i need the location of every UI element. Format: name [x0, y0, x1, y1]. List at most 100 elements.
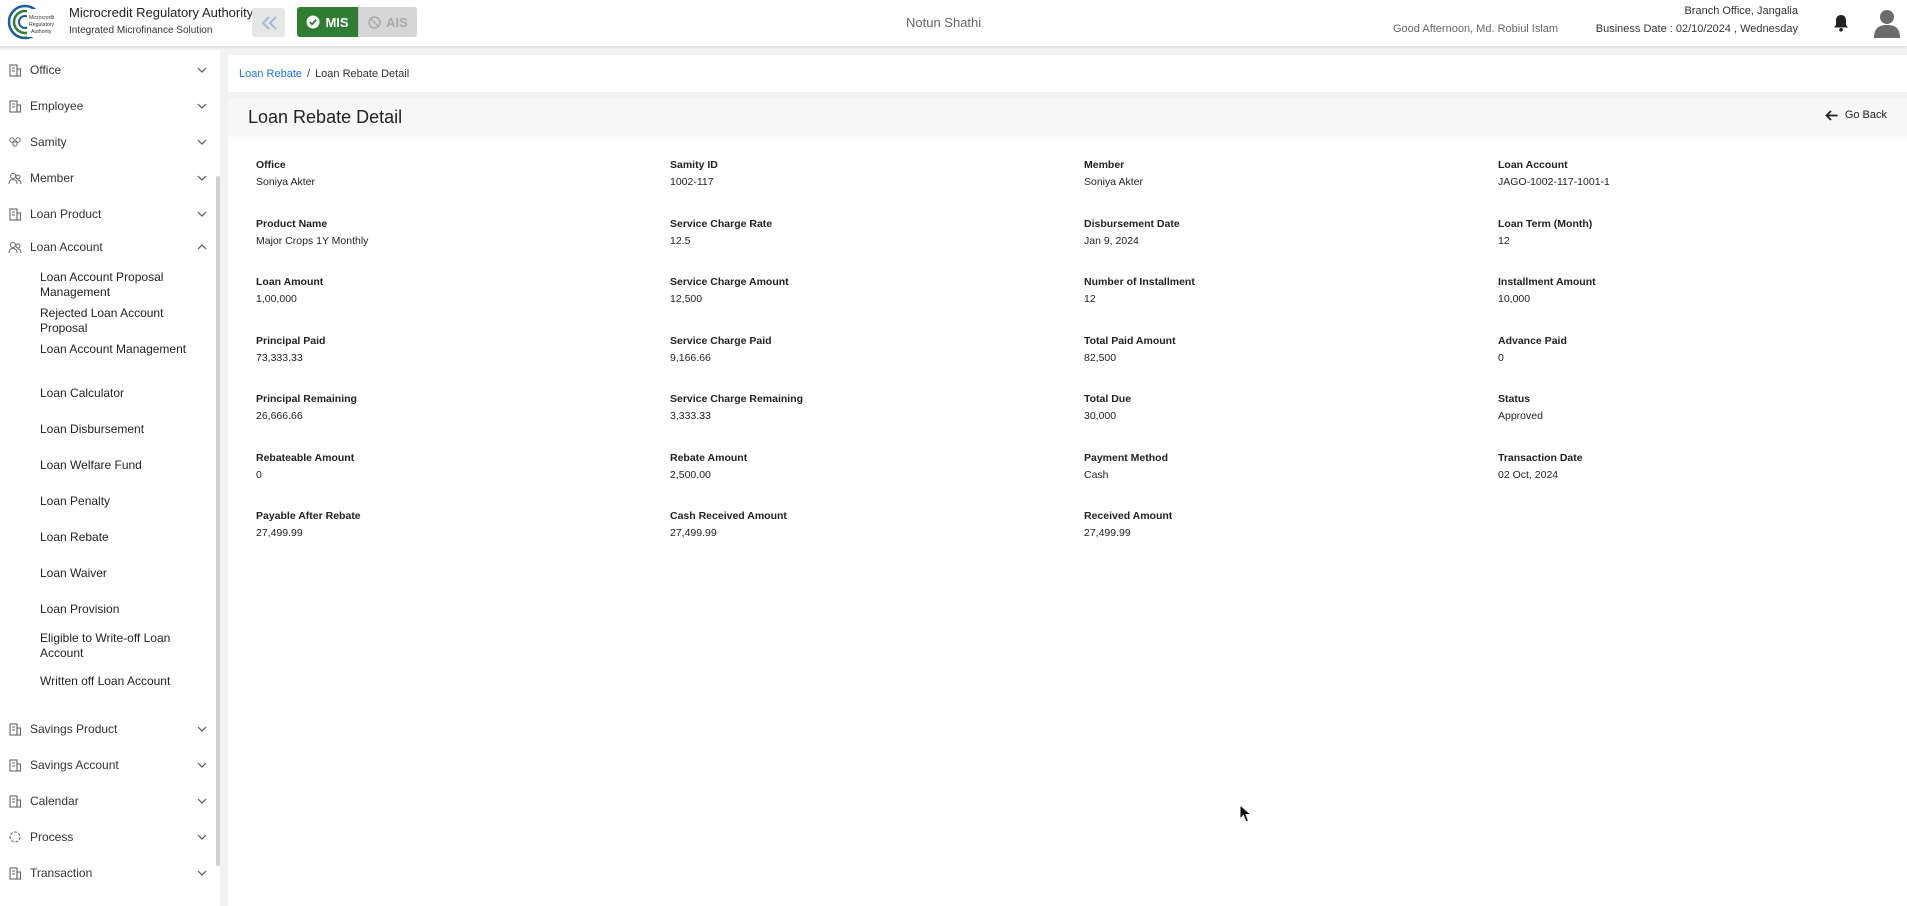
- logo-text: Microcredit: [29, 15, 55, 21]
- go-back-button[interactable]: Go Back: [1825, 109, 1887, 121]
- field-rebate-amount: Rebate Amount 2,500.00: [670, 452, 747, 481]
- sidebar-subitem-loan-provision[interactable]: Loan Provision: [40, 602, 200, 617]
- field-value: 73,333.33: [256, 352, 303, 364]
- sidebar-item-label: Savings Product: [30, 722, 118, 736]
- org-subtitle: Integrated Microfinance Solution: [69, 25, 213, 36]
- building-icon: [9, 867, 22, 880]
- sidebar-item-transaction[interactable]: Transaction: [0, 861, 214, 885]
- field-value: 12,500: [670, 293, 703, 305]
- field-value: 0: [1498, 352, 1504, 364]
- process-icon: [9, 831, 21, 843]
- bell-icon[interactable]: [1833, 14, 1849, 32]
- sidebar-item-samity[interactable]: Samity: [0, 130, 214, 154]
- field-value: 1,00,000: [256, 293, 297, 305]
- field-value: 30,000: [1084, 410, 1117, 422]
- field-principal-paid: Principal Paid 73,333.33: [256, 335, 325, 364]
- chevron-down-icon: [197, 726, 207, 732]
- field-value: Major Crops 1Y Monthly: [256, 235, 369, 247]
- field-value: 12: [1084, 293, 1096, 305]
- field-label: Transaction Date: [1498, 452, 1583, 464]
- field-value: 10,000: [1498, 293, 1531, 305]
- mis-label: MIS: [325, 14, 349, 30]
- field-service-charge-remaining: Service Charge Remaining 3,333.33: [670, 393, 803, 422]
- user-greeting: Good Afternoon, Md. Robiul Islam: [1393, 23, 1559, 35]
- field-label: Rebateable Amount: [256, 452, 355, 464]
- chevron-down-icon: [197, 175, 207, 181]
- group-icon: [9, 137, 21, 147]
- field-value: 26,666.66: [256, 410, 303, 422]
- field-label: Product Name: [256, 218, 328, 230]
- field-label: Samity ID: [670, 159, 718, 171]
- mis-module-button[interactable]: MIS: [297, 7, 358, 37]
- sidebar-item-loan-account[interactable]: Loan Account: [0, 235, 214, 259]
- chevron-down-icon: [197, 139, 207, 145]
- sidebar-subitem-eligible-write-off[interactable]: Eligible to Write-off Loan Account: [40, 631, 200, 660]
- sidebar-item-process[interactable]: Process: [0, 825, 214, 849]
- sidebar-subitem-loan-account-management[interactable]: Loan Account Management: [40, 342, 200, 357]
- sidebar-item-label: Savings Account: [30, 758, 119, 772]
- field-label: Status: [1498, 393, 1531, 405]
- field-label: Service Charge Paid: [670, 335, 772, 347]
- go-back-label: Go Back: [1844, 109, 1887, 121]
- field-loan-term-month: Loan Term (Month) 12: [1498, 218, 1592, 247]
- ban-icon: [368, 15, 381, 29]
- sidebar-subitem-loan-account-proposal-management[interactable]: Loan Account Proposal Management: [40, 270, 200, 299]
- sidebar-item-label: Loan Product: [30, 207, 102, 221]
- sidebar-item-employee[interactable]: Employee: [0, 94, 214, 118]
- sidebar-subitem-rejected-loan-account-proposal[interactable]: Rejected Loan Account Proposal: [40, 306, 200, 335]
- chevron-down-icon: [197, 762, 207, 768]
- field-installment-amount: Installment Amount 10,000: [1498, 276, 1596, 305]
- loan-rebate-detail-card: Loan Rebate Detail Go Back Office Soniya …: [228, 98, 1907, 906]
- sidebar-item-office[interactable]: Office: [0, 58, 214, 82]
- sidebar-item-savings-account[interactable]: Savings Account: [0, 753, 214, 777]
- sidebar-item-calendar[interactable]: Calendar: [0, 789, 214, 813]
- sidebar-subitem-loan-disbursement[interactable]: Loan Disbursement: [40, 422, 200, 437]
- field-product-name: Product Name Major Crops 1Y Monthly: [256, 218, 368, 247]
- field-label: Cash Received Amount: [670, 510, 787, 522]
- double-chevron-left-icon: [261, 15, 277, 30]
- top-header: Microcredit Regulatory Authority Microcr…: [0, 0, 1907, 46]
- mouse-cursor-icon: [1239, 804, 1253, 823]
- card-header: Loan Rebate Detail Go Back: [228, 98, 1907, 137]
- business-date: Business Date : 02/10/2024 , Wednesday: [1595, 23, 1798, 35]
- breadcrumb-loan-rebate-link[interactable]: Loan Rebate: [239, 68, 302, 80]
- field-value: 27,499.99: [1084, 527, 1131, 539]
- sidebar-item-label: Loan Account: [30, 240, 103, 254]
- field-label: Total Paid Amount: [1084, 335, 1176, 347]
- field-label: Payment Method: [1084, 452, 1169, 464]
- user-avatar-icon[interactable]: [1873, 8, 1901, 38]
- sidebar-item-savings-product[interactable]: Savings Product: [0, 717, 214, 741]
- field-value: 2,500.00: [670, 469, 711, 481]
- org-name: Microcredit Regulatory Authority: [69, 5, 254, 20]
- sidebar-scrollbar[interactable]: [216, 176, 220, 866]
- field-label: Advance Paid: [1498, 335, 1567, 347]
- sidebar-subitem-loan-calculator[interactable]: Loan Calculator: [40, 386, 200, 401]
- field-label: Service Charge Remaining: [670, 393, 804, 405]
- sidebar-subitem-loan-waiver[interactable]: Loan Waiver: [40, 566, 200, 581]
- field-loan-amount: Loan Amount 1,00,000: [256, 276, 323, 305]
- field-label: Loan Amount: [256, 276, 324, 288]
- field-service-charge-amount: Service Charge Amount 12,500: [670, 276, 789, 305]
- sidebar-item-loan-product[interactable]: Loan Product: [0, 202, 214, 226]
- sidebar-subitem-loan-rebate[interactable]: Loan Rebate: [40, 530, 200, 545]
- field-label: Received Amount: [1084, 510, 1173, 522]
- field-label: Payable After Rebate: [256, 510, 361, 522]
- sidebar-item-member[interactable]: Member: [0, 166, 214, 190]
- building-icon: [9, 759, 22, 772]
- building-icon: [9, 723, 22, 736]
- field-label: Service Charge Amount: [670, 276, 789, 288]
- building-icon: [9, 64, 22, 77]
- field-received-amount: Received Amount 27,499.99: [1084, 510, 1172, 539]
- sidebar-collapse-button[interactable]: [252, 8, 285, 37]
- sidebar-subitem-loan-welfare-fund[interactable]: Loan Welfare Fund: [40, 458, 200, 473]
- field-value: 1002-117: [670, 176, 714, 188]
- field-value: 27,499.99: [670, 527, 717, 539]
- ais-module-button[interactable]: AIS: [358, 7, 417, 37]
- sidebar-subitem-loan-penalty[interactable]: Loan Penalty: [40, 494, 200, 509]
- field-label: Rebate Amount: [670, 452, 748, 464]
- field-samity-id: Samity ID 1002-117: [670, 159, 718, 188]
- sidebar-item-label: Office: [30, 63, 62, 77]
- chevron-up-icon: [197, 244, 207, 250]
- sidebar-subitem-written-off-loan-account[interactable]: Written off Loan Account: [40, 674, 200, 689]
- field-value: Approved: [1498, 410, 1543, 422]
